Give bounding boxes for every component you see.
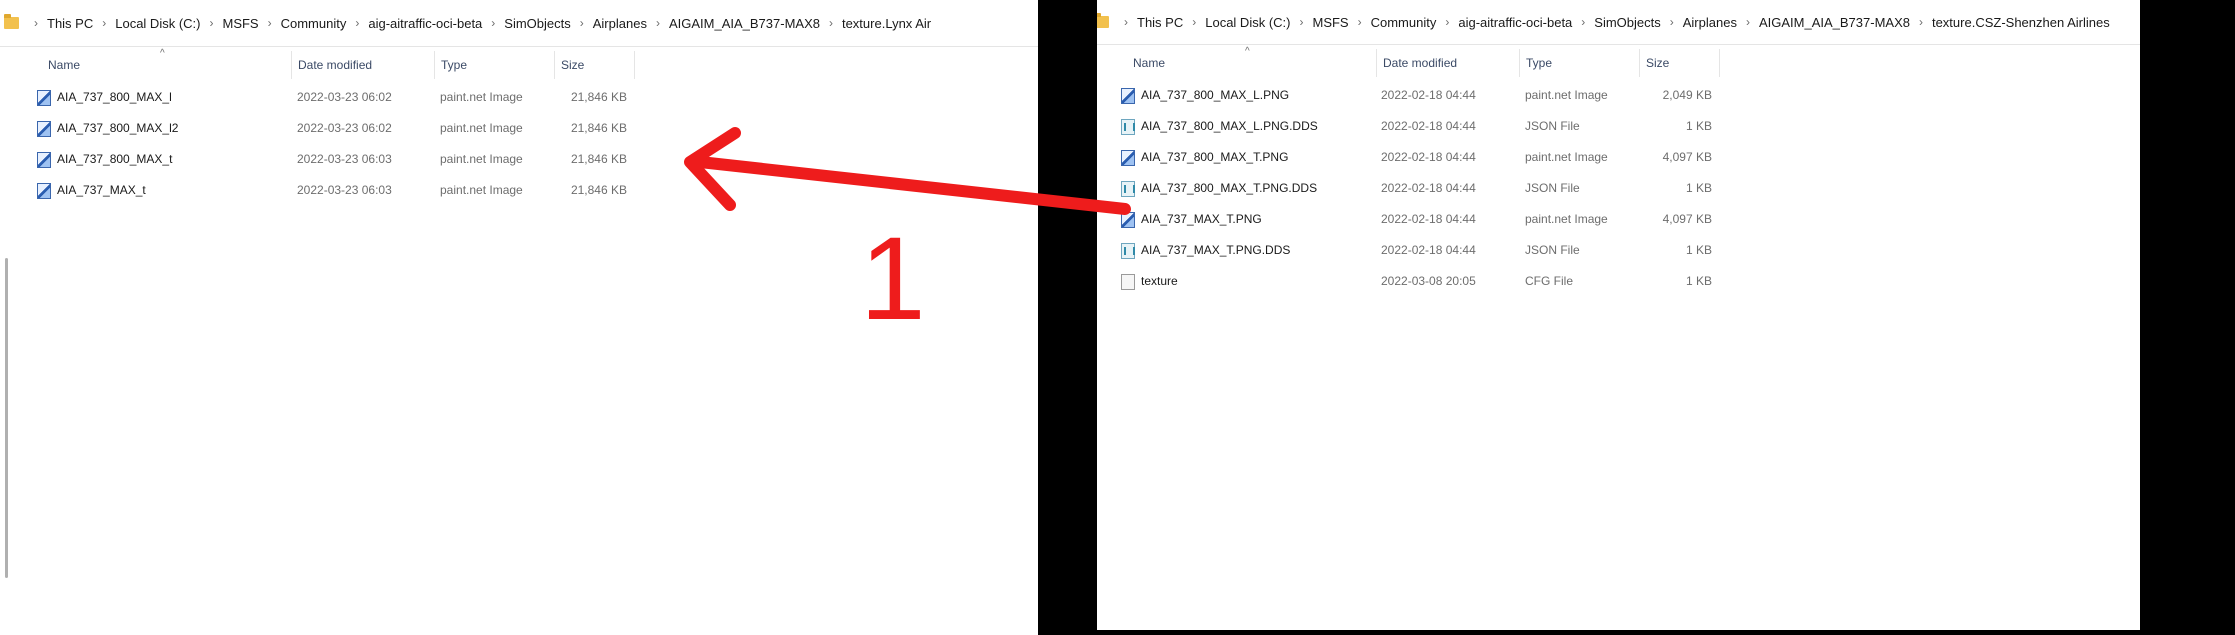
annotation-arrow — [684, 127, 1131, 215]
annotation-arrow-shaft — [694, 156, 1131, 215]
annotation-number: 1 — [860, 213, 926, 345]
